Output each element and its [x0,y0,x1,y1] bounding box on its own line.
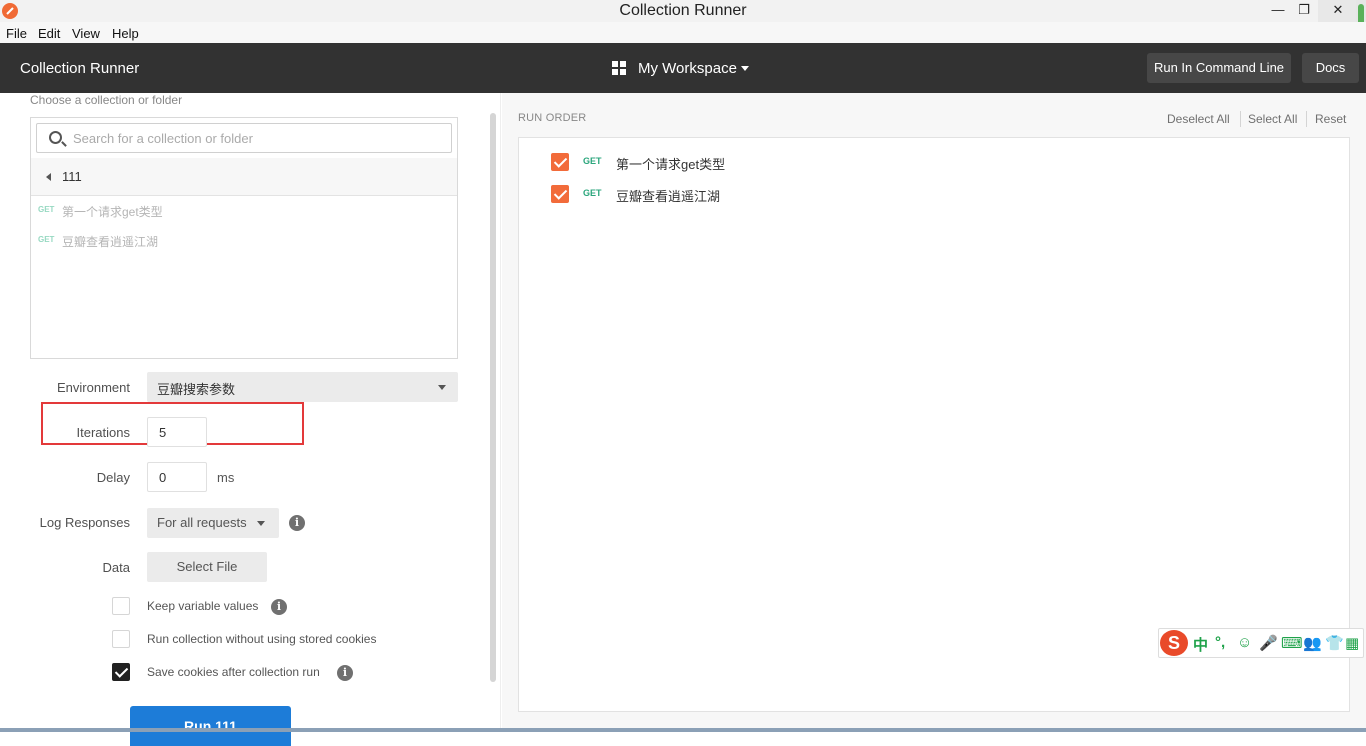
run-order-checkbox[interactable] [551,153,569,171]
no-stored-cookies-checkbox[interactable] [112,630,130,648]
info-icon[interactable]: i [271,599,287,615]
chevron-down-icon [741,66,749,71]
window-title: Collection Runner [619,2,747,19]
select-all-link[interactable]: Select All [1248,112,1297,126]
menu-view[interactable]: View [72,26,100,41]
separator [1240,111,1241,127]
collection-folder-row[interactable]: 111 [31,158,457,196]
folder-name: 111 [62,169,82,184]
menu-bar: File Edit View Help [0,22,1366,43]
docs-button[interactable]: Docs [1302,53,1359,83]
ime-emoji-icon[interactable]: ☺ [1237,634,1252,651]
select-file-button[interactable]: Select File [147,552,267,582]
minimize-button[interactable]: — [1265,0,1291,22]
request-method: GET [38,205,55,214]
runner-config-panel: Choose a collection or folder 111 GET 第一… [0,93,500,746]
run-in-command-line-button[interactable]: Run In Command Line [1147,53,1291,83]
environment-value: 豆瓣搜索参数 [157,382,236,397]
request-row[interactable]: GET 第一个请求get类型 [31,200,457,224]
log-responses-value: For all requests [157,515,247,530]
reset-link[interactable]: Reset [1315,112,1346,126]
title-bar: Collection Runner — ❐ ✕ [0,0,1366,22]
deselect-all-link[interactable]: Deselect All [1167,112,1230,126]
sogou-logo-icon[interactable]: S [1160,630,1188,656]
request-method: GET [583,188,602,198]
request-name: 豆瓣查看逍遥江湖 [62,235,159,249]
maximize-button[interactable]: ❐ [1291,0,1317,22]
collection-search [36,123,452,153]
separator [1306,111,1307,127]
no-stored-cookies-label: Run collection without using stored cook… [147,632,377,646]
ime-keyboard-icon[interactable]: ⌨ [1281,634,1303,652]
log-responses-select[interactable]: For all requests [147,508,279,538]
data-label: Data [102,560,130,575]
environment-select[interactable]: 豆瓣搜索参数 [147,372,458,402]
workspace-grid-icon [612,61,626,75]
search-input[interactable] [73,129,443,147]
collection-browser: 111 GET 第一个请求get类型 GET 豆瓣查看逍遥江湖 [30,117,458,359]
info-icon[interactable]: i [289,515,305,531]
header-title: Collection Runner [20,60,140,77]
iterations-label: Iterations [76,425,130,440]
menu-edit[interactable]: Edit [38,26,60,41]
delay-unit: ms [217,470,235,485]
left-panel-scrollbar[interactable] [490,113,496,682]
save-cookies-label: Save cookies after collection run [147,665,320,679]
delay-label: Delay [96,470,130,485]
request-row[interactable]: GET 豆瓣查看逍遥江湖 [31,230,457,254]
close-button[interactable]: ✕ [1318,0,1358,22]
iterations-input[interactable] [147,417,207,447]
app-header: Collection Runner My Workspace Run In Co… [0,43,1366,93]
info-icon[interactable]: i [337,665,353,681]
request-method: GET [583,156,602,166]
keep-variable-values-label: Keep variable values [147,599,259,613]
save-cookies-checkbox[interactable] [112,663,130,681]
run-order-item[interactable]: GET 豆瓣查看逍遥江湖 [519,182,1349,206]
environment-label: Environment [57,380,130,395]
ime-user-icon[interactable]: 👥 [1303,634,1322,652]
taskbar-edge [0,728,1366,732]
run-order-heading: RUN ORDER [518,112,587,124]
search-icon [49,131,62,144]
delay-input[interactable] [147,462,207,492]
ime-toolbox-icon[interactable]: ▦ [1345,634,1359,652]
request-method: GET [38,235,55,244]
request-name: 第一个请求get类型 [616,157,726,172]
menu-help[interactable]: Help [112,26,139,41]
request-name: 豆瓣查看逍遥江湖 [616,189,721,204]
run-order-list: GET 第一个请求get类型 GET 豆瓣查看逍遥江湖 [518,137,1350,712]
ime-punctuation-icon[interactable]: °, [1215,634,1225,651]
ime-voice-icon[interactable]: 🎤 [1259,634,1278,652]
menu-file[interactable]: File [6,26,27,41]
chevron-down-icon [257,521,265,526]
log-responses-label: Log Responses [39,515,130,530]
workspace-label: My Workspace [638,60,737,77]
panel-divider [500,93,501,732]
request-name: 第一个请求get类型 [62,205,163,219]
ime-skin-icon[interactable]: 👕 [1325,634,1344,652]
run-order-item[interactable]: GET 第一个请求get类型 [519,150,1349,174]
ime-chinese-mode[interactable]: 中 [1193,634,1208,655]
choose-collection-label: Choose a collection or folder [30,93,183,107]
ime-toolbar: S 中 °, ☺ 🎤 ⌨ 👥 👕 ▦ [1158,628,1364,658]
run-order-checkbox[interactable] [551,185,569,203]
back-caret-icon[interactable] [46,173,51,181]
keep-variable-values-checkbox[interactable] [112,597,130,615]
run-collection-button[interactable]: Run 111 [130,706,291,746]
chevron-down-icon [438,385,446,390]
